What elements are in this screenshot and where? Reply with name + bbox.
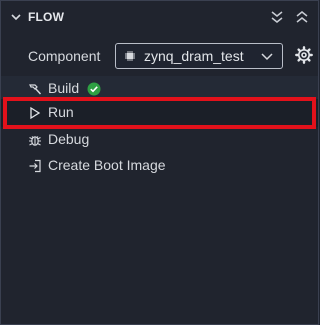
flow-item-label: Create Boot Image — [48, 157, 166, 173]
flow-item-label: Build — [48, 80, 80, 96]
component-select-value: zynq_dram_test — [144, 48, 244, 64]
flow-item-run[interactable]: Run — [1, 99, 318, 127]
sign-in-icon — [29, 159, 41, 173]
double-chevron-up-icon[interactable] — [294, 9, 310, 25]
double-chevron-down-icon[interactable] — [269, 9, 285, 25]
chevron-down-icon — [261, 53, 273, 61]
chip-icon — [125, 51, 135, 61]
component-select[interactable]: zynq_dram_test — [115, 43, 283, 69]
check-circle-icon — [87, 82, 101, 96]
hammer-icon — [29, 84, 42, 95]
flow-item-create-boot-image[interactable]: Create Boot Image — [1, 153, 318, 179]
flow-item-debug[interactable]: Debug — [1, 127, 318, 153]
chevron-down-icon[interactable] — [10, 11, 22, 23]
flow-title: FLOW — [28, 10, 65, 24]
play-icon — [30, 106, 41, 120]
component-label: Component — [28, 48, 101, 64]
flow-header[interactable]: FLOW — [1, 1, 318, 33]
flow-item-label: Run — [48, 104, 74, 120]
bug-icon — [29, 136, 41, 146]
gear-icon[interactable] — [295, 46, 313, 64]
flow-item-label: Debug — [48, 131, 90, 147]
flow-panel: FLOW Component zynq_dram_test Build Run … — [0, 0, 319, 325]
